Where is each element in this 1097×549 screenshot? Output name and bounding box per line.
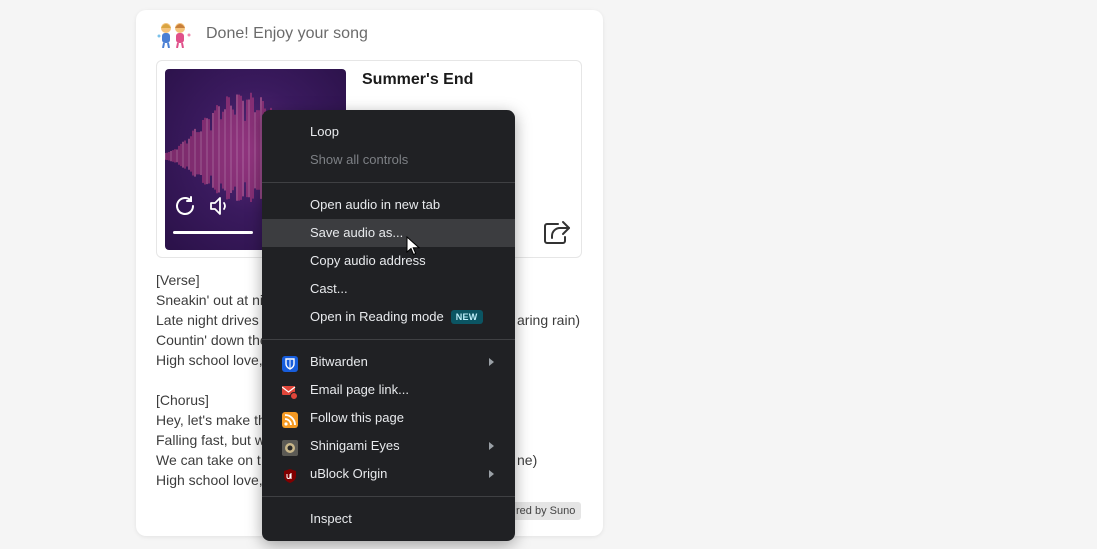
- lyric-line: Sneakin' out at ni: [156, 292, 263, 308]
- menu-item-loop[interactable]: Loop: [262, 118, 515, 146]
- status-text: Done! Enjoy your song: [206, 25, 368, 42]
- menu-item-label: Loop: [310, 124, 339, 139]
- lyric-line: [Chorus]: [156, 392, 209, 408]
- lyric-fragment: ne): [517, 452, 538, 468]
- ublock-origin-icon: [282, 466, 298, 483]
- lyric-line: Countin' down the: [156, 332, 268, 348]
- menu-item-show-all-controls: Show all controls: [262, 146, 515, 174]
- menu-item-label: Save audio as...: [310, 225, 404, 240]
- menu-item-label: Cast...: [310, 281, 348, 296]
- status-row: Done! Enjoy your song: [156, 20, 368, 49]
- menu-item-label: uBlock Origin: [310, 466, 388, 481]
- menu-item-label: Shinigami Eyes: [310, 438, 400, 453]
- menu-item-inspect[interactable]: Inspect: [262, 505, 515, 533]
- submenu-arrow-icon: [489, 442, 494, 450]
- menu-separator: [262, 182, 515, 183]
- submenu-arrow-icon: [489, 358, 494, 366]
- rss-icon: [282, 410, 298, 428]
- volume-icon[interactable]: [208, 194, 232, 218]
- menu-item-ublock[interactable]: uBlock Origin: [262, 460, 515, 488]
- lyric-line: Late night drives: [156, 312, 259, 328]
- new-badge: NEW: [450, 310, 483, 324]
- submenu-arrow-icon: [489, 470, 494, 478]
- menu-item-label: Show all controls: [310, 152, 409, 167]
- lyrics: [Verse] Sneakin' out at ni Late night dr…: [156, 270, 268, 490]
- menu-separator: [262, 339, 515, 340]
- progress-bar[interactable]: [173, 231, 253, 234]
- menu-item-reading-mode[interactable]: Open in Reading mode NEW: [262, 303, 515, 331]
- lyric-line: High school love,: [156, 352, 263, 368]
- menu-item-shinigami[interactable]: Shinigami Eyes: [262, 432, 515, 460]
- song-title: Summer's End: [362, 71, 474, 88]
- menu-separator: [262, 496, 515, 497]
- menu-item-label: Bitwarden: [310, 354, 368, 369]
- shinigami-eyes-icon: [282, 438, 298, 456]
- menu-item-cast[interactable]: Cast...: [262, 275, 515, 303]
- email-icon: [281, 382, 298, 400]
- menu-item-label: Email page link...: [310, 382, 409, 397]
- lyric-line: Hey, let's make th: [156, 412, 266, 428]
- menu-item-open-audio[interactable]: Open audio in new tab: [262, 191, 515, 219]
- lyric-line: [Verse]: [156, 272, 200, 288]
- lyric-fragment: aring rain): [517, 312, 581, 328]
- menu-item-label: Inspect: [310, 511, 352, 526]
- lyric-line: Falling fast, but w: [156, 432, 265, 448]
- menu-item-save-audio[interactable]: Save audio as...: [262, 219, 515, 247]
- context-menu: Loop Show all controls Open audio in new…: [262, 110, 515, 541]
- menu-item-label: Open audio in new tab: [310, 197, 441, 212]
- party-people-icon: [156, 20, 192, 49]
- bitwarden-icon: [282, 354, 298, 372]
- lyric-line: We can take on t: [156, 452, 261, 468]
- mouse-cursor-icon: [406, 235, 421, 256]
- menu-item-follow[interactable]: Follow this page: [262, 404, 515, 432]
- share-icon[interactable]: [543, 219, 571, 245]
- replay-icon[interactable]: [173, 194, 197, 218]
- menu-item-email-link[interactable]: Email page link...: [262, 376, 515, 404]
- menu-item-bitwarden[interactable]: Bitwarden: [262, 348, 515, 376]
- menu-item-copy-address[interactable]: Copy audio address: [262, 247, 515, 275]
- menu-item-label: Follow this page: [310, 410, 404, 425]
- menu-item-label: Open in Reading mode: [310, 309, 444, 324]
- lyric-line: High school love,: [156, 472, 263, 488]
